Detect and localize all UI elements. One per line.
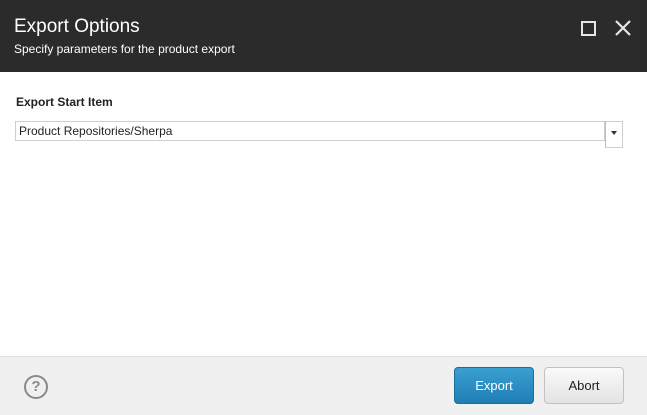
export-button[interactable]: Export bbox=[454, 367, 534, 404]
export-start-item-input[interactable] bbox=[15, 121, 605, 141]
maximize-icon bbox=[581, 21, 596, 36]
export-start-item-label: Export Start Item bbox=[16, 95, 113, 109]
export-start-item-combobox bbox=[15, 121, 623, 148]
close-icon bbox=[615, 20, 631, 36]
chevron-down-icon bbox=[611, 131, 617, 135]
dialog-header: Export Options Specify parameters for th… bbox=[0, 0, 647, 72]
export-start-item-dropdown-button[interactable] bbox=[605, 121, 623, 148]
close-button[interactable] bbox=[612, 17, 634, 39]
maximize-button[interactable] bbox=[577, 17, 599, 39]
dialog-footer: ? Export Abort bbox=[0, 356, 647, 415]
dialog-title: Export Options bbox=[14, 16, 140, 37]
help-button[interactable]: ? bbox=[24, 375, 48, 399]
abort-button[interactable]: Abort bbox=[544, 367, 624, 404]
export-options-dialog: Export Options Specify parameters for th… bbox=[0, 0, 647, 415]
dialog-subtitle: Specify parameters for the product expor… bbox=[14, 42, 235, 56]
